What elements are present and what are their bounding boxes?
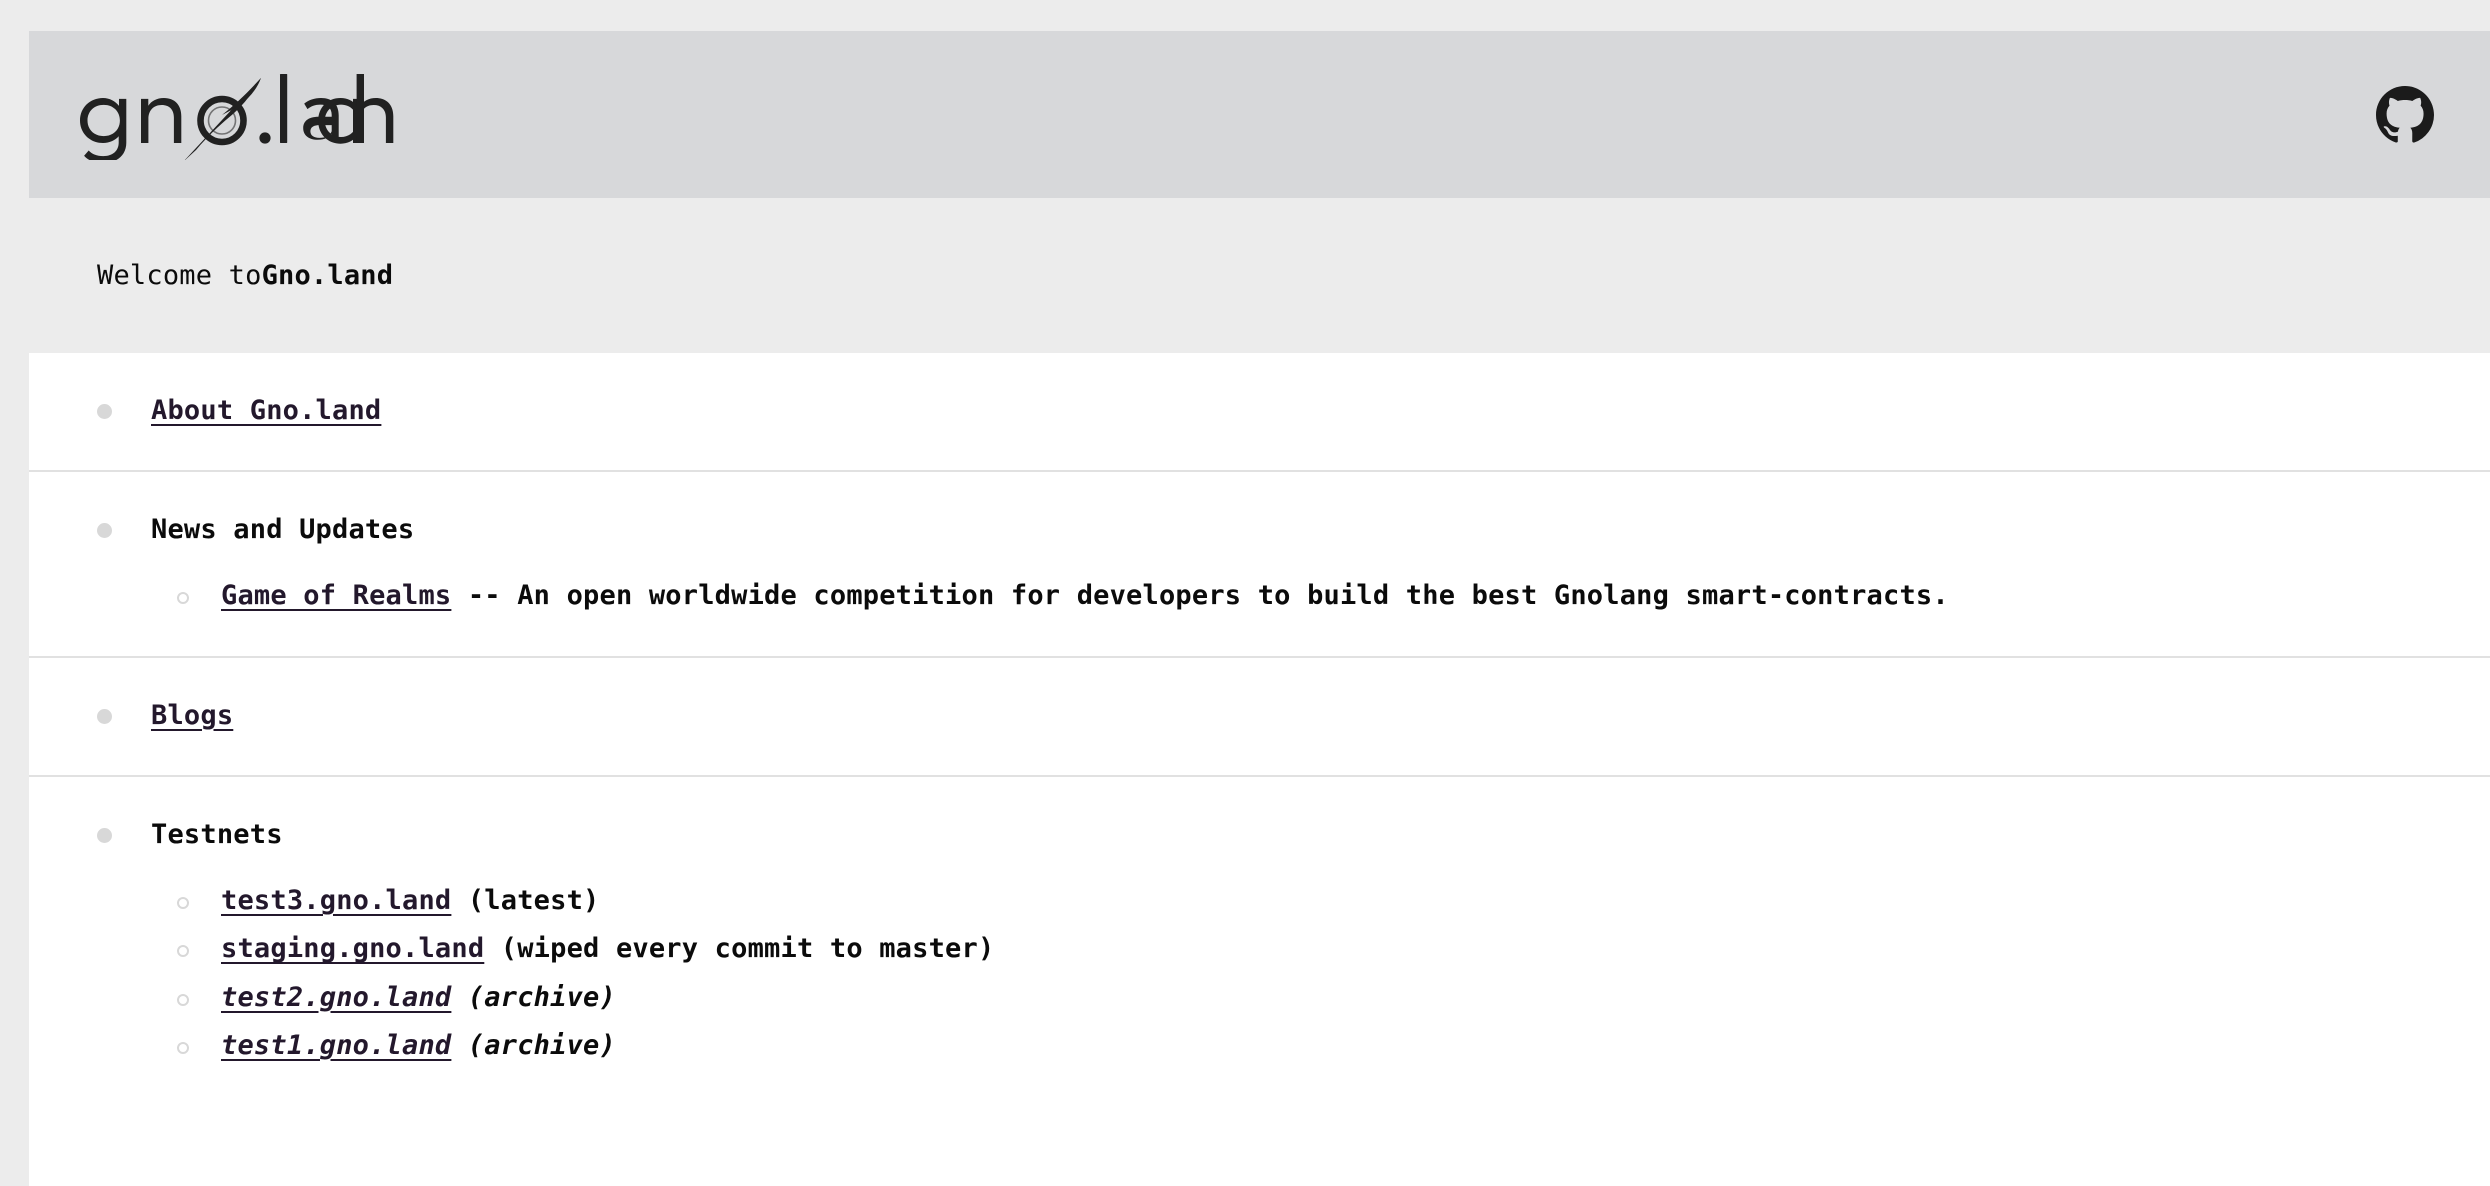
section-testnets: Testnets test3.gno.land (latest) staging…	[29, 777, 2490, 1115]
bullet-icon	[97, 827, 112, 843]
page-container: gno.land GitHub Welcome to Gno.land Abou…	[29, 31, 2490, 1186]
testnet-item-test1: test1.gno.land (archive)	[221, 1027, 616, 1065]
testnet-note-test3: (latest)	[451, 884, 600, 916]
link-test1-gno-land[interactable]: test1.gno.land	[221, 1030, 451, 1061]
testnet-item-staging: staging.gno.land (wiped every commit to …	[221, 930, 994, 968]
sub-bullet-icon	[177, 945, 189, 958]
section-heading-news: News and Updates	[151, 514, 415, 546]
sub-bullet-icon	[177, 1041, 189, 1054]
section-heading-about: About Gno.land	[151, 391, 381, 430]
link-staging-gno-land[interactable]: staging.gno.land	[221, 933, 484, 964]
section-news: News and Updates Game of Realms -- An op…	[29, 472, 2490, 658]
testnet-note-test2: (archive)	[451, 981, 616, 1013]
link-game-of-realms[interactable]: Game of Realms	[221, 580, 451, 611]
link-blogs[interactable]: Blogs	[151, 700, 233, 731]
list-item: test1.gno.land (archive)	[29, 1027, 2490, 1065]
list-item: News and Updates	[29, 510, 2490, 549]
testnet-item-test2: test2.gno.land (archive)	[221, 979, 616, 1017]
bullet-icon	[97, 404, 112, 419]
list-item: Testnets	[29, 815, 2490, 854]
section-heading-blogs: Blogs	[151, 696, 233, 735]
github-icon	[2376, 85, 2434, 143]
list-item: Blogs	[29, 696, 2490, 735]
link-about-gno-land[interactable]: About Gno.land	[151, 395, 381, 426]
link-test2-gno-land[interactable]: test2.gno.land	[221, 982, 451, 1013]
section-blogs: Blogs	[29, 658, 2490, 777]
github-link[interactable]: GitHub	[2376, 85, 2434, 144]
testnet-sublist: test3.gno.land (latest) staging.gno.land…	[29, 882, 2490, 1065]
section-about: About Gno.land	[29, 353, 2490, 473]
news-item: Game of Realms -- An open worldwide comp…	[221, 577, 1949, 615]
sub-bullet-icon	[177, 896, 189, 909]
page-title: Gno.land	[261, 260, 394, 291]
site-header: gno.land GitHub	[29, 31, 2490, 198]
content-sections: About Gno.land News and Updates Game of …	[29, 353, 2490, 1116]
list-item: test3.gno.land (latest)	[29, 882, 2490, 920]
testnet-item-test3: test3.gno.land (latest)	[221, 882, 600, 920]
gno-land-logo	[80, 73, 394, 160]
testnet-note-staging: (wiped every commit to master)	[484, 933, 995, 965]
gno-land-logo-link[interactable]: gno.land	[65, 70, 410, 160]
news-sublist: Game of Realms -- An open worldwide comp…	[29, 577, 2490, 615]
link-test3-gno-land[interactable]: test3.gno.land	[221, 885, 451, 916]
list-item: staging.gno.land (wiped every commit to …	[29, 930, 2490, 968]
list-item: Game of Realms -- An open worldwide comp…	[29, 577, 2490, 615]
welcome-prefix: Welcome to	[97, 260, 262, 291]
testnet-note-test1: (archive)	[451, 1029, 616, 1061]
bullet-icon	[97, 708, 112, 724]
welcome-bar: Welcome to Gno.land	[29, 198, 2490, 353]
list-item: test2.gno.land (archive)	[29, 979, 2490, 1017]
section-heading-testnets: Testnets	[151, 818, 283, 850]
list-item: About Gno.land	[29, 391, 2490, 430]
sub-bullet-icon	[177, 993, 189, 1006]
news-item-description: -- An open worldwide competition for dev…	[451, 580, 1949, 612]
sub-bullet-icon	[177, 592, 189, 605]
bullet-icon	[97, 523, 112, 539]
